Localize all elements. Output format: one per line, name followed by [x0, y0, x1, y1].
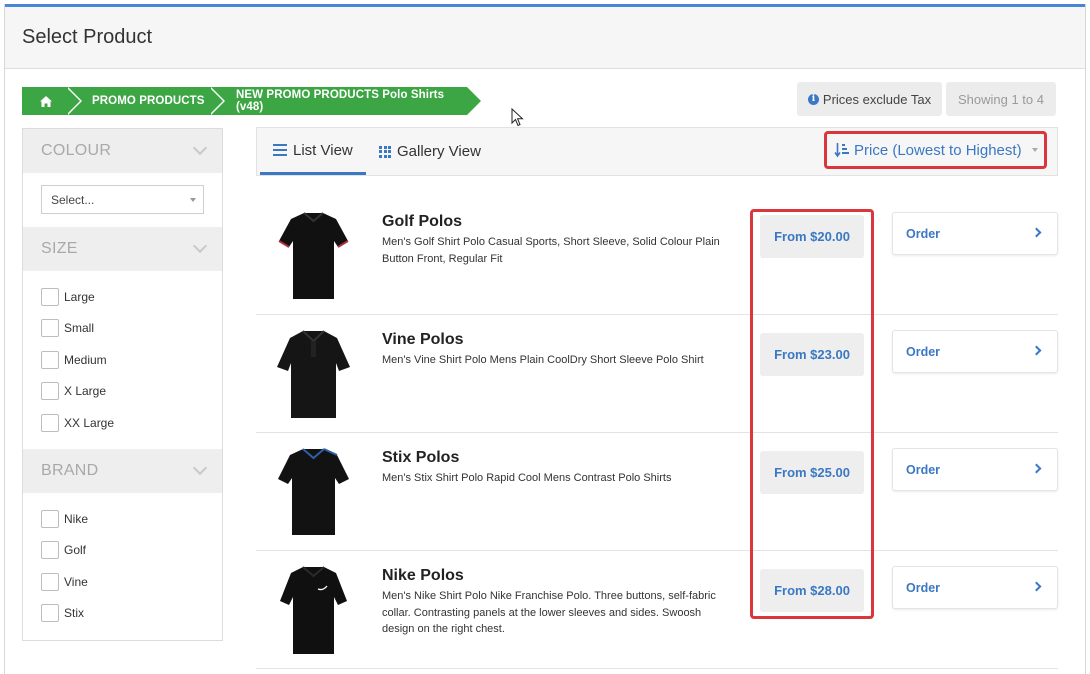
chevron-right-icon: [1031, 463, 1042, 474]
checkbox[interactable]: [41, 351, 59, 369]
order-button[interactable]: Order: [892, 330, 1058, 373]
option-label: Small: [64, 321, 95, 335]
product-name[interactable]: Stix Polos: [382, 449, 459, 467]
chevron-down-icon: [192, 460, 208, 476]
brand-option-vine[interactable]: Vine: [41, 573, 88, 591]
product-price: From $28.00: [760, 569, 864, 612]
brand-option-stix[interactable]: Stix: [41, 604, 84, 622]
product-description: Men's Vine Shirt Polo Mens Plain CoolDry…: [382, 354, 704, 366]
home-icon: [40, 95, 52, 107]
option-label: X Large: [64, 384, 107, 398]
tab-list-view[interactable]: List View: [260, 128, 366, 175]
breadcrumb-home[interactable]: [22, 87, 82, 115]
order-button[interactable]: Order: [892, 448, 1058, 491]
product-description: Men's Nike Shirt Polo Nike Franchise Pol…: [382, 590, 716, 635]
checkbox[interactable]: [41, 382, 59, 400]
size-filter-title: SIZE: [41, 240, 78, 257]
option-label: Medium: [64, 353, 107, 367]
product-name[interactable]: Vine Polos: [382, 331, 464, 349]
sort-amount-icon: [834, 143, 849, 158]
page-header: Select Product: [5, 7, 1085, 69]
showing-count: Showing 1 to 4: [946, 82, 1056, 116]
size-option-xx-large[interactable]: XX Large: [41, 414, 114, 432]
breadcrumb-promo-products[interactable]: PROMO PRODUCTS: [66, 87, 225, 115]
option-label: Golf: [64, 543, 87, 557]
order-button[interactable]: Order: [892, 212, 1058, 255]
mouse-cursor-icon: [511, 108, 524, 127]
product-description: Men's Golf Shirt Polo Casual Sports, Sho…: [382, 236, 720, 265]
product-price: From $25.00: [760, 451, 864, 494]
prices-exclude-tax-button[interactable]: i Prices exclude Tax: [797, 82, 942, 116]
product-row: Stix Polos Men's Stix Shirt Polo Rapid C…: [256, 433, 1058, 551]
checkbox[interactable]: [41, 604, 59, 622]
product-row: Vine Polos Men's Vine Shirt Polo Mens Pl…: [256, 315, 1058, 433]
brand-option-nike[interactable]: Nike: [41, 510, 88, 528]
product-row: Nike Polos Men's Nike Shirt Polo Nike Fr…: [256, 551, 1058, 669]
page-title: Select Product: [22, 26, 153, 48]
tab-label: Gallery View: [397, 143, 481, 160]
product-row: Golf Polos Men's Golf Shirt Polo Casual …: [256, 197, 1058, 315]
checkbox[interactable]: [41, 573, 59, 591]
product-price: From $20.00: [760, 215, 864, 258]
tab-gallery-view[interactable]: Gallery View: [379, 128, 481, 175]
product-description: Men's Stix Shirt Polo Rapid Cool Mens Co…: [382, 472, 672, 484]
brand-filter-header[interactable]: BRAND: [23, 449, 222, 493]
checkbox[interactable]: [41, 510, 59, 528]
filter-sidebar: COLOUR Select... SIZE Large Small Medium…: [22, 128, 223, 641]
option-label: Vine: [64, 575, 88, 589]
breadcrumb-label: NEW PROMO PRODUCTS Polo Shirts (v48): [236, 89, 445, 113]
product-name[interactable]: Golf Polos: [382, 213, 462, 231]
colour-select[interactable]: Select...: [41, 185, 204, 214]
breadcrumb-polo-shirts[interactable]: NEW PROMO PRODUCTS Polo Shirts (v48): [209, 87, 481, 115]
sort-label: Price (Lowest to Highest): [854, 141, 1022, 159]
info-icon: i: [807, 93, 819, 105]
order-label: Order: [906, 462, 941, 477]
chevron-down-icon: [192, 238, 208, 254]
chevron-right-icon: [1031, 345, 1042, 356]
colour-filter-title: COLOUR: [41, 142, 112, 159]
product-image-vine-polo: [277, 330, 350, 418]
option-label: XX Large: [64, 416, 115, 430]
order-label: Order: [906, 344, 941, 359]
checkbox[interactable]: [41, 319, 59, 337]
checkbox[interactable]: [41, 414, 59, 432]
brand-option-golf[interactable]: Golf: [41, 541, 86, 559]
list-icon: [273, 144, 287, 156]
option-label: Large: [64, 290, 95, 304]
order-label: Order: [906, 226, 941, 241]
checkbox[interactable]: [41, 541, 59, 559]
breadcrumb-label: PROMO PRODUCTS: [92, 95, 205, 107]
tab-label: List View: [293, 141, 353, 159]
chevron-right-icon: [1031, 581, 1042, 592]
checkbox[interactable]: [41, 288, 59, 306]
caret-down-icon: [1031, 148, 1038, 152]
size-filter-header[interactable]: SIZE: [23, 227, 222, 271]
size-option-medium[interactable]: Medium: [41, 351, 107, 369]
order-label: Order: [906, 580, 941, 595]
chevron-down-icon: [192, 140, 208, 156]
grid-icon: [379, 145, 391, 158]
sort-dropdown[interactable]: Price (Lowest to Highest): [824, 131, 1047, 169]
product-price: From $23.00: [760, 333, 864, 376]
size-option-small[interactable]: Small: [41, 319, 94, 337]
product-image-nike-polo: [280, 566, 347, 654]
option-label: Nike: [64, 512, 89, 526]
brand-filter-title: BRAND: [41, 462, 99, 479]
colour-filter-header[interactable]: COLOUR: [23, 129, 222, 173]
caret-down-icon: [190, 198, 196, 202]
size-option-large[interactable]: Large: [41, 288, 95, 306]
tax-label: Prices exclude Tax: [822, 91, 932, 107]
colour-select-value: Select...: [51, 193, 95, 207]
size-option-x-large[interactable]: X Large: [41, 382, 106, 400]
chevron-right-icon: [1031, 227, 1042, 238]
product-image-stix-polo: [278, 448, 349, 535]
option-label: Stix: [64, 606, 85, 620]
order-button[interactable]: Order: [892, 566, 1058, 609]
product-name[interactable]: Nike Polos: [382, 567, 464, 585]
product-image-golf-polo: [278, 212, 349, 299]
